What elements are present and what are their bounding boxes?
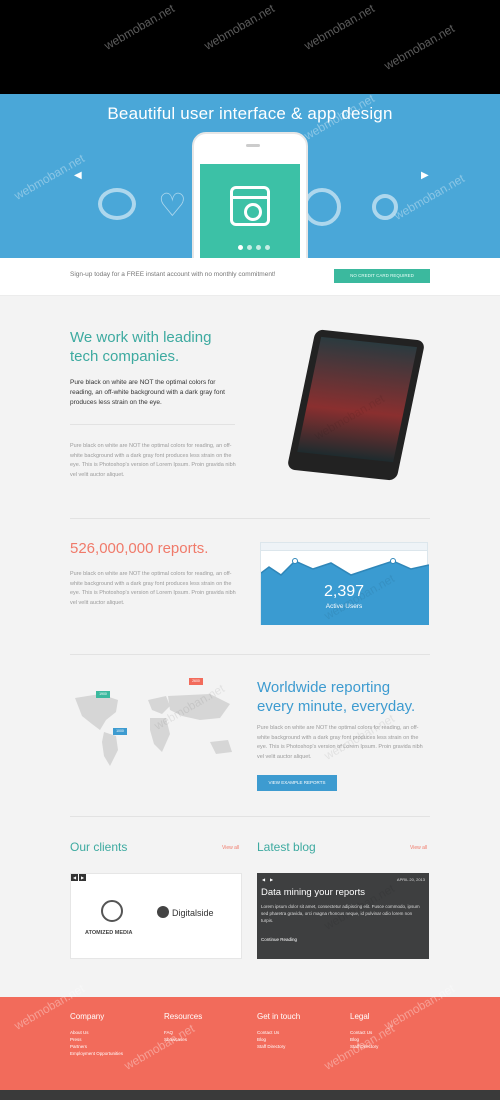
world-heading-line2: every minute, everyday. bbox=[257, 698, 416, 715]
footer-link[interactable]: Blog bbox=[257, 1036, 300, 1043]
footer-link[interactable]: Partners bbox=[70, 1043, 123, 1050]
clients-view-all-link[interactable]: View all bbox=[222, 845, 239, 851]
footer-col-title: Resources bbox=[164, 1012, 203, 1021]
slider-next-arrow[interactable]: ▶ bbox=[421, 170, 429, 181]
tech-heading-line1: We work with leading bbox=[70, 329, 212, 346]
hero-slider: Beautiful user interface & app design ◀ … bbox=[0, 94, 500, 258]
tablet-image bbox=[286, 329, 426, 481]
slider-prev-arrow[interactable]: ◀ bbox=[74, 170, 82, 181]
tech-lead: Pure black on white are NOT the optimal … bbox=[70, 379, 225, 406]
tech-heading-line2: tech companies. bbox=[70, 348, 180, 365]
blog-heading: Latest blog bbox=[257, 840, 316, 854]
clients-carousel: ◀ ▶ ATOMIZED MEDIA Digitalside bbox=[70, 873, 242, 959]
divider bbox=[70, 424, 235, 425]
camera-app-icon bbox=[230, 186, 270, 226]
world-map bbox=[75, 694, 232, 766]
reports-body: Pure black on white are NOT the optimal … bbox=[70, 571, 236, 606]
section-divider bbox=[70, 654, 430, 655]
lightbulb-icon bbox=[372, 194, 398, 220]
active-users-chart: 2,397 Active Users bbox=[260, 542, 429, 625]
map-pin: 1900 bbox=[96, 691, 110, 698]
world-heading-line1: Worldwide reporting bbox=[257, 679, 391, 696]
footer-link[interactable]: FAQ bbox=[164, 1029, 202, 1036]
slider-dots[interactable] bbox=[238, 245, 270, 250]
section-divider bbox=[70, 518, 430, 519]
phone-mockup bbox=[192, 132, 308, 258]
blog-excerpt: Lorem ipsum dolor sit amet, consectetur … bbox=[261, 904, 420, 923]
footer-link[interactable]: About Us bbox=[70, 1029, 123, 1036]
reports-heading: 526,000,000 reports. bbox=[70, 540, 209, 557]
speech-bubble-icon bbox=[98, 188, 136, 220]
clients-prev-button[interactable]: ◀ bbox=[71, 874, 78, 881]
no-credit-card-button[interactable]: NO CREDIT CARD REQUIRED bbox=[334, 269, 430, 283]
footer-col-company: Company About Us Press Partners Employme… bbox=[70, 1012, 123, 1057]
footer-link[interactable]: Press bbox=[70, 1036, 123, 1043]
section-divider bbox=[70, 816, 430, 817]
stat-value: 2,397 bbox=[323, 583, 365, 600]
blog-next-button[interactable]: ▶ bbox=[268, 876, 275, 883]
footer-link[interactable]: Blog bbox=[350, 1036, 378, 1043]
footer-col-title: Get in touch bbox=[257, 1012, 301, 1021]
atomized-media-logo: ATOMIZED MEDIA bbox=[85, 930, 133, 936]
hero-title: Beautiful user interface & app design bbox=[107, 104, 393, 123]
phone-screen bbox=[200, 164, 300, 258]
footer-link[interactable]: Contact Us bbox=[257, 1029, 300, 1036]
footer-col-legal: Legal Contact Us Blog Staff Directory bbox=[350, 1012, 378, 1050]
blog-view-all-link[interactable]: View all bbox=[410, 845, 427, 851]
tech-body: Pure black on white are NOT the optimal … bbox=[70, 443, 236, 478]
blog-card[interactable]: ◀ ▶ APRIL 20, 2013 Data mining your repo… bbox=[257, 873, 429, 959]
footer-col-title: Company bbox=[70, 1012, 105, 1021]
footer-col-get-in-touch: Get in touch Contact Us Blog Staff Direc… bbox=[257, 1012, 300, 1050]
signup-text: Sign-up today for a FREE instant account… bbox=[70, 271, 276, 278]
footer-link[interactable]: Showcases bbox=[164, 1036, 202, 1043]
heart-icon: ♡ bbox=[158, 187, 187, 223]
footer-link[interactable]: Staff Directory bbox=[350, 1043, 378, 1050]
globe-icon bbox=[303, 188, 341, 226]
signup-bar: Sign-up today for a FREE instant account… bbox=[0, 258, 500, 296]
blog-post-title[interactable]: Data mining your reports bbox=[261, 887, 365, 898]
clients-heading: Our clients bbox=[70, 840, 128, 854]
world-body: Pure black on white are NOT the optimal … bbox=[257, 725, 423, 760]
browser-bar bbox=[261, 543, 427, 551]
footer-col-resources: Resources FAQ Showcases bbox=[164, 1012, 202, 1043]
footer-link[interactable]: Employment Opportunities bbox=[70, 1050, 123, 1057]
atomized-logo-icon bbox=[101, 900, 123, 922]
stat-label: Active Users bbox=[325, 603, 363, 610]
blog-prev-button[interactable]: ◀ bbox=[260, 876, 267, 883]
map-pin: 1000 bbox=[113, 728, 127, 735]
footer-link[interactable]: Staff Directory bbox=[257, 1043, 300, 1050]
continue-reading-link[interactable]: Continue Reading bbox=[261, 937, 297, 942]
view-example-reports-button[interactable]: VIEW EXAMPLE REPORTS bbox=[257, 775, 337, 791]
bottom-bar bbox=[0, 1090, 500, 1100]
footer-link[interactable]: Contact Us bbox=[350, 1029, 378, 1036]
footer: Company About Us Press Partners Employme… bbox=[0, 997, 500, 1090]
clients-next-button[interactable]: ▶ bbox=[79, 874, 86, 881]
digitalside-logo: Digitalside bbox=[172, 908, 214, 918]
map-pin: 2600 bbox=[189, 678, 203, 685]
footer-col-title: Legal bbox=[350, 1012, 370, 1021]
top-black-bar bbox=[0, 0, 500, 94]
blog-date: APRIL 20, 2013 bbox=[396, 877, 425, 882]
digitalside-logo-icon bbox=[157, 906, 169, 918]
